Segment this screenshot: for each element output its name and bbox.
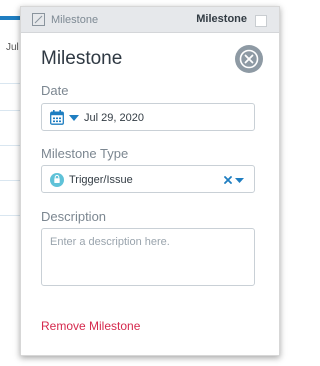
milestone-type-select[interactable]: Trigger/Issue xyxy=(41,165,255,193)
date-dropdown-icon[interactable] xyxy=(69,115,79,121)
panel-title: Milestone xyxy=(41,48,123,69)
close-button[interactable] xyxy=(235,45,263,73)
background-date-label: Jul xyxy=(6,42,19,53)
date-label: Date xyxy=(41,83,69,98)
background-row-divider xyxy=(0,145,22,146)
milestone-type-label: Milestone Type xyxy=(41,146,129,161)
chevron-down-icon[interactable] xyxy=(235,178,244,183)
description-field[interactable]: Enter a description here. xyxy=(41,228,255,286)
background-row-divider xyxy=(0,180,22,181)
milestone-panel: Milestone Milestone Milestone Date Jul 2… xyxy=(20,6,280,356)
calendar-icon[interactable] xyxy=(50,110,64,125)
background-accent-bar xyxy=(0,16,22,20)
panel-header-label: Milestone xyxy=(196,13,247,25)
panel-header: Milestone Milestone xyxy=(21,7,279,33)
trigger-issue-icon xyxy=(50,173,64,187)
clear-icon[interactable] xyxy=(224,176,232,184)
date-field[interactable]: Jul 29, 2020 xyxy=(41,103,255,131)
description-placeholder: Enter a description here. xyxy=(50,236,170,248)
background-row-divider xyxy=(0,83,22,84)
remove-milestone-link[interactable]: Remove Milestone xyxy=(41,319,140,333)
background-row-divider xyxy=(0,110,22,111)
date-value: Jul 29, 2020 xyxy=(84,112,144,124)
background-edge xyxy=(316,0,320,366)
close-icon xyxy=(239,49,259,69)
description-label: Description xyxy=(41,209,107,224)
background-row-divider xyxy=(0,215,22,216)
milestone-icon xyxy=(32,13,45,26)
minimize-button[interactable] xyxy=(255,15,267,27)
milestone-type-value: Trigger/Issue xyxy=(69,174,133,186)
panel-header-title: Milestone xyxy=(51,14,99,26)
